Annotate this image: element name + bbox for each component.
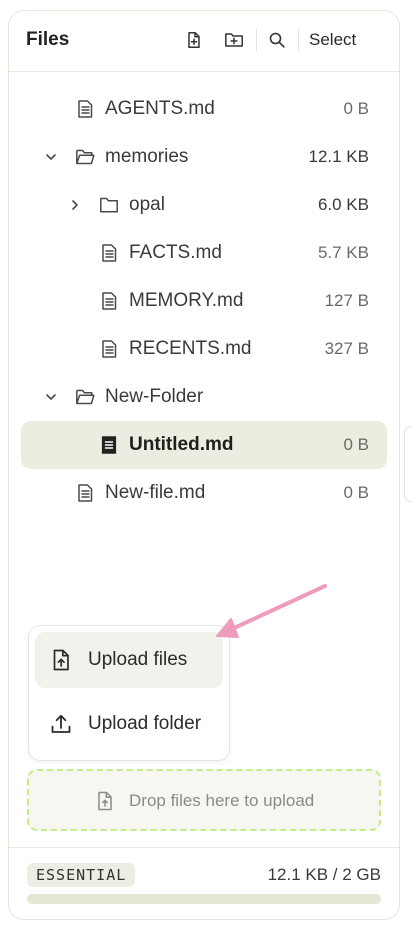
new-file-icon xyxy=(188,32,200,48)
item-name: FACTS.md xyxy=(129,242,222,263)
storage-usage: 12.1 KB / 2 GB xyxy=(267,865,381,884)
item-size: 5.7 KB xyxy=(317,243,369,262)
item-size: 0 B xyxy=(343,483,369,502)
upload-files-label: Upload files xyxy=(88,649,188,670)
item-name: Untitled.md xyxy=(129,434,234,455)
folder-icon xyxy=(99,195,119,215)
select-button[interactable]: Select xyxy=(309,30,356,50)
item-size: 0 B xyxy=(343,435,369,454)
item-size: 6.0 KB xyxy=(317,195,369,214)
item-name: memories xyxy=(105,146,189,167)
storage-usage-bar xyxy=(27,894,381,904)
item-name: MEMORY.md xyxy=(129,290,244,311)
drop-zone[interactable]: Drop files here to upload xyxy=(27,769,381,831)
file-row[interactable]: MEMORY.md 127 B xyxy=(9,277,399,325)
item-size: 12.1 KB xyxy=(308,147,370,166)
file-upload-icon xyxy=(53,649,69,671)
folder-row[interactable]: memories 12.1 KB xyxy=(9,133,399,181)
new-file-button[interactable] xyxy=(181,27,207,53)
files-header: Files Select xyxy=(9,11,399,72)
files-panel: Files Select AGENTS.md 0 B memories 12.1 KB… xyxy=(8,10,400,920)
folder-open-icon xyxy=(75,147,95,167)
item-name: New-file.md xyxy=(105,482,206,503)
file-text-icon xyxy=(75,99,95,119)
new-folder-button[interactable] xyxy=(221,27,247,53)
folder-row[interactable]: New-Folder xyxy=(9,373,399,421)
upload-menu: Upload files Upload folder xyxy=(28,625,230,761)
file-row[interactable]: AGENTS.md 0 B xyxy=(9,85,399,133)
file-text-icon xyxy=(99,243,119,263)
header-divider xyxy=(256,29,257,51)
item-size: 127 B xyxy=(324,291,369,310)
plan-badge: ESSENTIAL xyxy=(27,863,136,887)
file-tree: AGENTS.md 0 B memories 12.1 KB opal 6.0 KB FAC… xyxy=(9,85,399,517)
resize-handle[interactable] xyxy=(404,426,412,502)
panel-title: Files xyxy=(26,29,70,50)
folder-open-icon xyxy=(75,387,95,407)
file-row[interactable]: New-file.md 0 B xyxy=(9,469,399,517)
upload-files-menu-item[interactable]: Upload files xyxy=(35,632,223,688)
item-name: RECENTS.md xyxy=(129,338,252,359)
file-upload-icon xyxy=(98,791,112,811)
file-row[interactable]: RECENTS.md 327 B xyxy=(9,325,399,373)
item-size: 0 B xyxy=(343,99,369,118)
file-text-icon xyxy=(99,435,119,455)
chevron-down-icon[interactable] xyxy=(44,150,58,164)
upload-icon xyxy=(51,714,71,733)
header-divider xyxy=(298,29,299,51)
file-text-icon xyxy=(99,291,119,311)
chevron-right-icon[interactable] xyxy=(68,198,82,212)
item-size: 327 B xyxy=(324,339,369,358)
search-icon xyxy=(269,32,285,48)
search-button[interactable] xyxy=(264,27,290,53)
file-text-icon xyxy=(99,339,119,359)
item-name: New-Folder xyxy=(105,386,204,407)
file-row[interactable]: Untitled.md 0 B xyxy=(21,421,387,469)
drop-zone-text: Drop files here to upload xyxy=(129,791,315,810)
file-text-icon xyxy=(75,483,95,503)
folder-row[interactable]: opal 6.0 KB xyxy=(9,181,399,229)
chevron-down-icon[interactable] xyxy=(44,390,58,404)
new-folder-icon xyxy=(225,33,243,47)
file-row[interactable]: FACTS.md 5.7 KB xyxy=(9,229,399,277)
upload-folder-menu-item[interactable]: Upload folder xyxy=(35,696,223,752)
upload-folder-label: Upload folder xyxy=(88,713,202,734)
item-name: AGENTS.md xyxy=(105,98,215,119)
item-name: opal xyxy=(129,194,165,215)
storage-footer: ESSENTIAL 12.1 KB / 2 GB xyxy=(9,847,399,919)
